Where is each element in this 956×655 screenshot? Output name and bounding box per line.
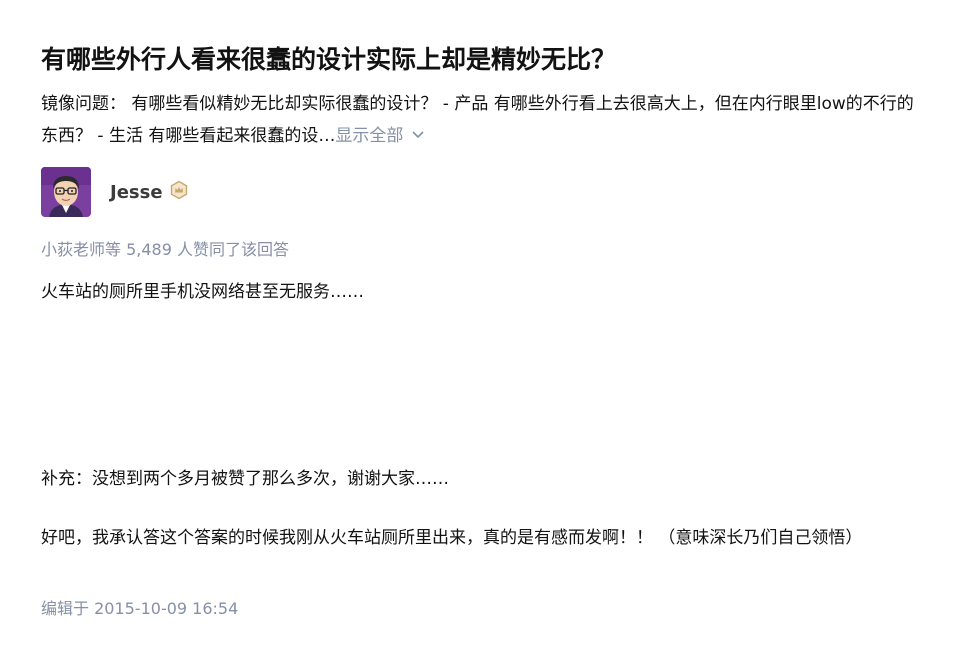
- crown-badge-icon: [169, 180, 189, 204]
- edited-timestamp[interactable]: 编辑于 2015-10-09 16:54: [41, 594, 238, 624]
- show-all-button[interactable]: 显示全部: [335, 126, 425, 146]
- answer-author: Jesse: [41, 166, 189, 218]
- chevron-down-icon: [411, 119, 425, 151]
- author-name[interactable]: Jesse: [110, 182, 163, 203]
- answer-paragraph: 补充：没想到两个多月被赞了那么多次，谢谢大家……: [41, 469, 449, 489]
- question-title[interactable]: 有哪些外行人看来很蠢的设计实际上却是精妙无比？: [41, 40, 921, 80]
- answer-paragraph: 好吧，我承认答这个答案的时候我刚从火车站厕所里出来，真的是有感而发啊！！ （意味…: [41, 528, 863, 548]
- show-all-label: 显示全部: [335, 126, 404, 146]
- vote-count-text[interactable]: 小荻老师等 5,489 人赞同了该回答: [41, 236, 289, 264]
- answer-page: 有哪些外行人看来很蠢的设计实际上却是精妙无比？ 镜像问题： 有哪些看似精妙无比却…: [0, 0, 956, 655]
- answer-paragraph: 火车站的厕所里手机没网络甚至无服务……: [41, 282, 364, 302]
- avatar-icon[interactable]: [41, 167, 91, 217]
- question-description-text: 镜像问题： 有哪些看似精妙无比却实际很蠢的设计？ - 产品 有哪些外行看上去很高…: [41, 94, 914, 146]
- question-description: 镜像问题： 有哪些看似精妙无比却实际很蠢的设计？ - 产品 有哪些外行看上去很高…: [41, 88, 921, 152]
